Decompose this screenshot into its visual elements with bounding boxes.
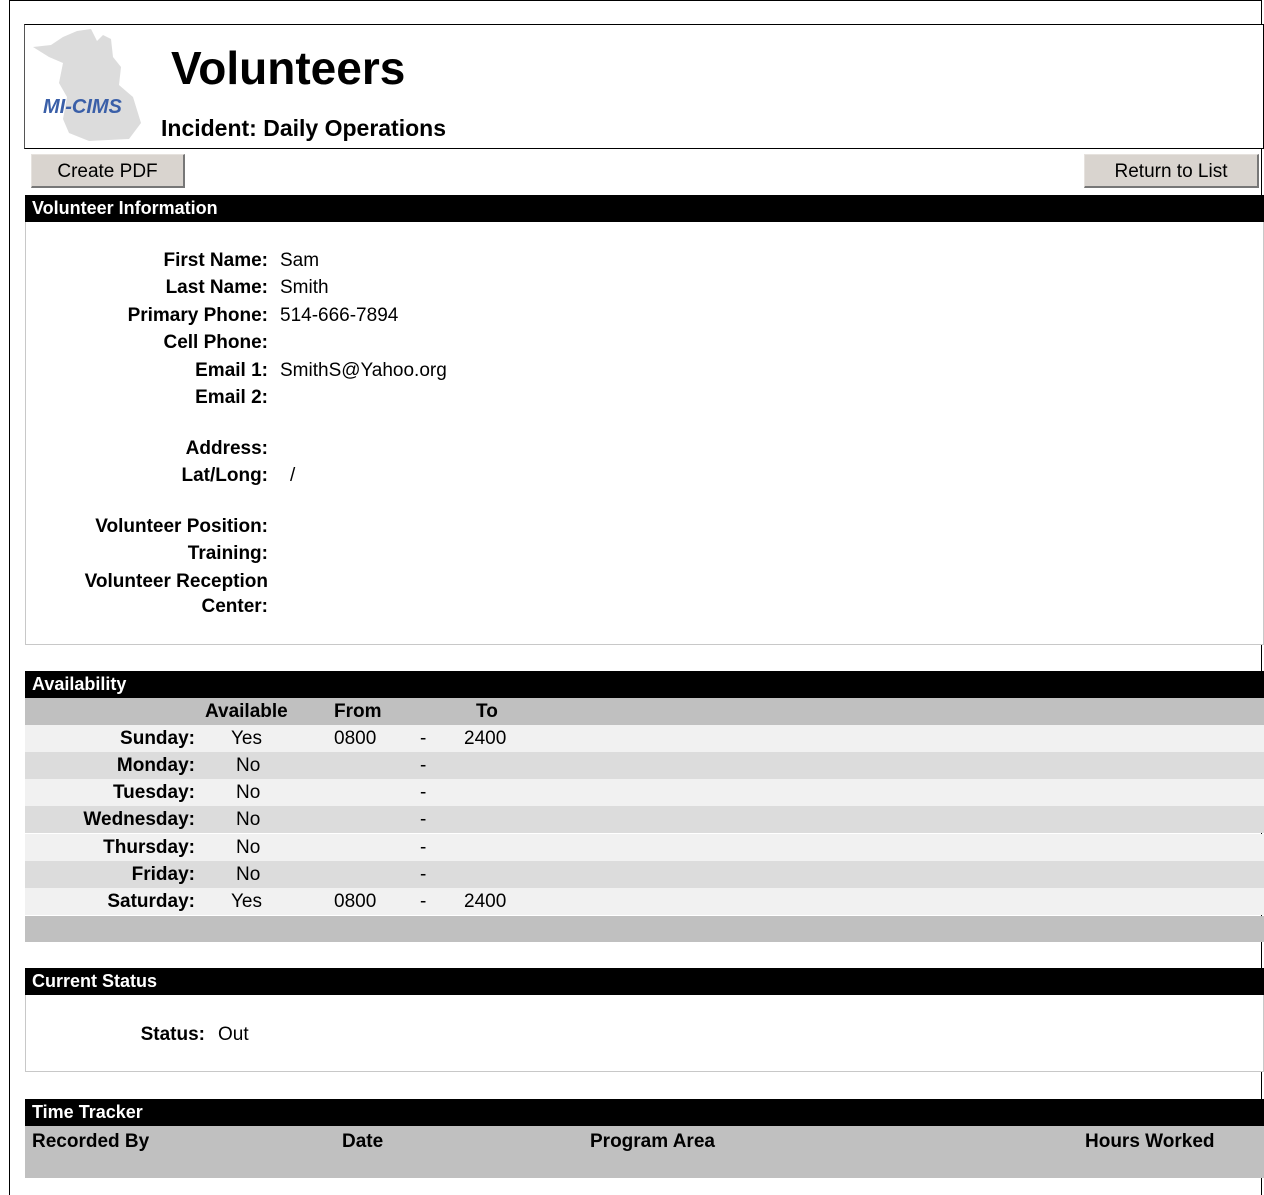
- incident-label: Incident: Daily Operations: [161, 115, 446, 141]
- availability-row-friday: Friday: No -: [25, 861, 1264, 888]
- volunteer-information-heading: Volunteer Information: [25, 195, 1264, 222]
- availability-row-monday: Monday: No -: [25, 752, 1264, 779]
- range-dash: -: [420, 891, 427, 912]
- volunteer-reception-center-label: Volunteer Reception: [84, 571, 268, 592]
- email-1-value: SmithS@Yahoo.org: [280, 360, 447, 381]
- range-dash: -: [420, 864, 427, 885]
- availability-heading: Availability: [25, 671, 1264, 698]
- from-value: 0800: [334, 891, 377, 912]
- page-header: MI-CIMS Volunteers Incident: Daily Opera…: [24, 24, 1264, 149]
- cell-phone-label: Cell Phone:: [163, 332, 268, 353]
- status-label: Status:: [140, 1024, 205, 1045]
- to-value: 2400: [464, 891, 507, 912]
- day-label: Monday:: [116, 755, 195, 776]
- day-label: Wednesday:: [83, 809, 195, 830]
- current-status-panel: [25, 995, 1264, 1072]
- day-label: Thursday:: [103, 837, 195, 858]
- day-label: Tuesday:: [112, 782, 195, 803]
- email-2-label: Email 2:: [195, 387, 268, 408]
- from-column-header: From: [334, 701, 382, 722]
- lat-long-label: Lat/Long:: [181, 465, 268, 486]
- available-value: No: [236, 864, 261, 885]
- status-value: Out: [218, 1024, 249, 1045]
- return-to-list-button[interactable]: Return to List: [1084, 154, 1259, 188]
- availability-row-tuesday: Tuesday: No -: [25, 779, 1264, 806]
- availability-row-thursday: Thursday: No -: [25, 834, 1264, 861]
- time-tracker-table-header: Recorded By Date Program Area Hours Work…: [25, 1126, 1264, 1178]
- primary-phone-label: Primary Phone:: [127, 305, 268, 326]
- day-label: Friday:: [131, 864, 195, 885]
- available-value: No: [236, 755, 261, 776]
- training-label: Training:: [187, 543, 268, 564]
- create-pdf-button[interactable]: Create PDF: [31, 154, 185, 188]
- last-name-label: Last Name:: [165, 277, 268, 298]
- availability-row-sunday: Sunday: Yes 0800 - 2400: [25, 725, 1264, 752]
- page-title: Volunteers: [171, 42, 406, 94]
- volunteer-position-label: Volunteer Position:: [95, 516, 268, 537]
- primary-phone-value: 514-666-7894: [280, 305, 399, 326]
- time-tracker-heading: Time Tracker: [25, 1099, 1264, 1126]
- svg-text:MI-CIMS: MI-CIMS: [43, 96, 123, 118]
- address-label: Address:: [185, 438, 268, 459]
- to-column-header: To: [476, 701, 498, 722]
- availability-table-footer: [25, 916, 1264, 942]
- last-name-value: Smith: [280, 277, 329, 298]
- available-value: No: [236, 837, 261, 858]
- range-dash: -: [420, 837, 427, 858]
- current-status-heading: Current Status: [25, 968, 1264, 995]
- from-value: 0800: [334, 728, 377, 749]
- available-value: No: [236, 782, 261, 803]
- available-value: Yes: [231, 728, 262, 749]
- range-dash: -: [420, 728, 427, 749]
- date-column-header: Date: [342, 1131, 384, 1152]
- first-name-label: First Name:: [163, 250, 268, 271]
- day-label: Saturday:: [107, 891, 195, 912]
- lat-long-value: /: [290, 465, 296, 486]
- hours-worked-column-header: Hours Worked: [1085, 1131, 1215, 1152]
- availability-row-saturday: Saturday: Yes 0800 - 2400: [25, 888, 1264, 915]
- to-value: 2400: [464, 728, 507, 749]
- range-dash: -: [420, 755, 427, 776]
- volunteer-reception-center-label-cont: Center:: [201, 596, 268, 617]
- range-dash: -: [420, 782, 427, 803]
- mi-cims-logo: MI-CIMS: [29, 27, 159, 145]
- recorded-by-column-header: Recorded By: [32, 1131, 150, 1152]
- available-column-header: Available: [205, 701, 288, 722]
- email-1-label: Email 1:: [195, 360, 268, 381]
- day-label: Sunday:: [120, 728, 195, 749]
- first-name-value: Sam: [280, 250, 320, 271]
- available-value: No: [236, 809, 261, 830]
- range-dash: -: [420, 809, 427, 830]
- program-area-column-header: Program Area: [590, 1131, 715, 1152]
- available-value: Yes: [231, 891, 262, 912]
- availability-row-wednesday: Wednesday: No -: [25, 806, 1264, 833]
- availability-table-header: Available From To: [25, 698, 1264, 725]
